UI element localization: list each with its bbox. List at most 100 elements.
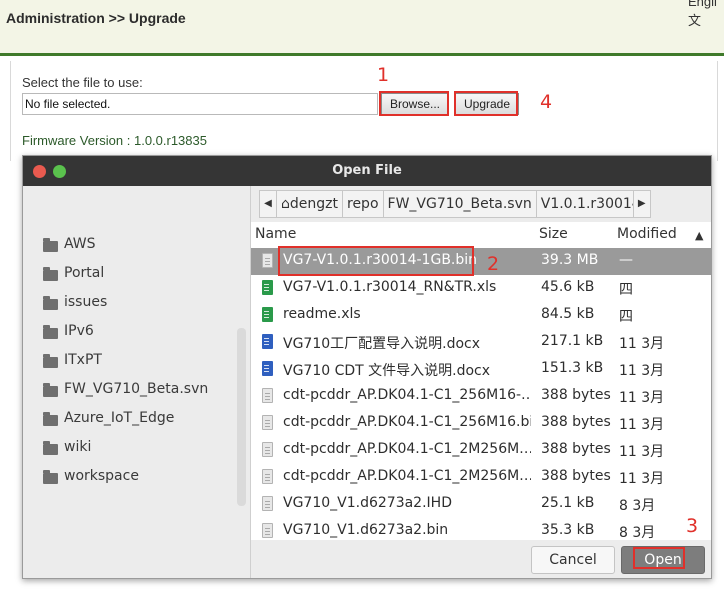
home-icon: ⌂ bbox=[281, 196, 290, 212]
folder-icon bbox=[43, 412, 58, 426]
file-size: 39.3 MB bbox=[541, 252, 599, 268]
spreadsheet-file-icon bbox=[262, 307, 273, 322]
folder-icon bbox=[43, 354, 58, 368]
path-segment-label: dengzt bbox=[289, 196, 338, 212]
cancel-button[interactable]: Cancel bbox=[531, 546, 615, 574]
file-modified: 11 3月 bbox=[619, 336, 665, 352]
folder-icon bbox=[43, 470, 58, 484]
file-size: 388 bytes bbox=[541, 468, 611, 484]
folder-icon bbox=[43, 383, 58, 397]
file-row[interactable]: VG710 CDT 文件导入说明.docx 151.3 kB 11 3月 bbox=[251, 356, 711, 383]
upgrade-button[interactable]: Upgrade bbox=[455, 93, 519, 115]
file-name: VG710_V1.d6273a2.bin bbox=[283, 522, 449, 538]
file-name: cdt-pcddr_AP.DK04.1-C1_256M16.bin bbox=[283, 414, 531, 430]
folder-icon bbox=[43, 325, 58, 339]
sidebar-item-label: IPv6 bbox=[64, 323, 94, 339]
file-name: VG7-V1.0.1.r30014_RN&TR.xls bbox=[283, 279, 497, 295]
file-name: VG710_V1.d6273a2.IHD bbox=[283, 495, 452, 511]
file-name: readme.xls bbox=[283, 306, 361, 322]
browse-button[interactable]: Browse... bbox=[381, 93, 449, 115]
file-row[interactable]: VG7-V1.0.1.r30014-1GB.bin 39.3 MB — bbox=[251, 248, 711, 275]
binary-file-icon bbox=[262, 523, 273, 538]
file-row[interactable]: cdt-pcddr_AP.DK04.1-C1_2M256M… 388 bytes… bbox=[251, 437, 711, 464]
firmware-version: Firmware Version : 1.0.0.r13835 bbox=[22, 133, 207, 148]
path-segment-repo[interactable]: repo bbox=[342, 190, 384, 218]
binary-file-icon bbox=[262, 496, 273, 511]
file-size: 84.5 kB bbox=[541, 306, 595, 322]
file-size: 388 bytes bbox=[541, 414, 611, 430]
sidebar-item-label: AWS bbox=[64, 236, 96, 252]
sidebar-item-label: issues bbox=[64, 294, 108, 310]
sidebar-item-label: FW_VG710_Beta.svn bbox=[64, 381, 209, 397]
file-modified: 11 3月 bbox=[619, 444, 665, 460]
file-row[interactable]: readme.xls 84.5 kB 四 bbox=[251, 302, 711, 329]
file-size: 388 bytes bbox=[541, 441, 611, 457]
file-size: 35.3 kB bbox=[541, 522, 595, 538]
sidebar-item-label: ITxPT bbox=[64, 352, 102, 368]
sidebar-item-label: Portal bbox=[64, 265, 105, 281]
binary-file-icon bbox=[262, 415, 273, 430]
file-size: 217.1 kB bbox=[541, 333, 604, 349]
file-modified: 11 3月 bbox=[619, 471, 665, 487]
file-row[interactable]: VG710_V1.d6273a2.IHD 25.1 kB 8 3月 bbox=[251, 491, 711, 518]
file-modified: 8 3月 bbox=[619, 498, 656, 514]
file-row[interactable]: VG7-V1.0.1.r30014_RN&TR.xls 45.6 kB 四 bbox=[251, 275, 711, 302]
file-row[interactable]: cdt-pcddr_AP.DK04.1-C1_2M256M… 388 bytes… bbox=[251, 464, 711, 491]
path-forward-icon[interactable]: ▶ bbox=[632, 190, 651, 218]
binary-file-icon bbox=[262, 469, 273, 484]
places-sidebar: AWS Portal issues IPv6 ITxPT FW_VG710_Be… bbox=[23, 186, 251, 578]
file-modified: 11 3月 bbox=[619, 363, 665, 379]
binary-file-icon bbox=[262, 442, 273, 457]
file-name: VG710工厂配置导入说明.docx bbox=[283, 336, 481, 352]
column-header-size[interactable]: Size bbox=[539, 226, 568, 242]
path-back-icon[interactable]: ◀ bbox=[259, 190, 277, 218]
annotation-number-2: 2 bbox=[487, 253, 500, 275]
open-file-dialog: Open File AWS Portal issues IPv6 ITxPT F… bbox=[22, 155, 712, 579]
path-segment-home[interactable]: ⌂dengzt bbox=[276, 190, 343, 218]
path-segment-current[interactable]: V1.0.1.r30014 bbox=[535, 190, 634, 218]
folder-icon bbox=[43, 441, 58, 455]
file-size: 151.3 kB bbox=[541, 360, 604, 376]
spreadsheet-file-icon bbox=[262, 280, 273, 295]
file-row[interactable]: cdt-pcddr_AP.DK04.1-C1_256M16.bin 388 by… bbox=[251, 410, 711, 437]
annotation-number-4: 4 bbox=[540, 91, 553, 113]
select-file-label: Select the file to use: bbox=[22, 75, 143, 90]
page-header: Administration >> Upgrade Engli 文 bbox=[0, 0, 724, 56]
sidebar-scrollbar[interactable] bbox=[237, 328, 246, 506]
document-file-icon bbox=[262, 361, 273, 376]
open-button[interactable]: Open bbox=[621, 546, 705, 574]
file-size: 25.1 kB bbox=[541, 495, 595, 511]
file-size: 45.6 kB bbox=[541, 279, 595, 295]
sort-ascending-icon[interactable]: ▲ bbox=[695, 229, 703, 242]
file-name: cdt-pcddr_AP.DK04.1-C1_2M256M… bbox=[283, 441, 531, 457]
column-header-modified[interactable]: Modified bbox=[617, 226, 677, 242]
file-modified: 11 3月 bbox=[619, 417, 665, 433]
folder-icon bbox=[43, 238, 58, 252]
file-row[interactable]: cdt-pcddr_AP.DK04.1-C1_256M16-… 388 byte… bbox=[251, 383, 711, 410]
file-path-input[interactable]: No file selected. bbox=[22, 93, 378, 115]
file-name: cdt-pcddr_AP.DK04.1-C1_2M256M… bbox=[283, 468, 531, 484]
folder-icon bbox=[43, 267, 58, 281]
path-bar: ◀ ⌂dengzt repo FW_VG710_Beta.svn V1.0.1.… bbox=[259, 190, 651, 218]
file-row[interactable]: VG710工厂配置导入说明.docx 217.1 kB 11 3月 bbox=[251, 329, 711, 356]
sidebar-item-label: Azure_IoT_Edge bbox=[64, 410, 175, 426]
language-selector-chinese[interactable]: 文 bbox=[688, 10, 701, 29]
file-modified: — bbox=[619, 252, 633, 268]
file-modified: 四 bbox=[619, 282, 633, 298]
file-modified: 8 3月 bbox=[619, 525, 656, 541]
dialog-titlebar: Open File bbox=[23, 156, 711, 186]
binary-file-icon bbox=[262, 253, 273, 268]
binary-file-icon bbox=[262, 388, 273, 403]
sidebar-item-label: wiki bbox=[64, 439, 92, 455]
annotation-number-3: 3 bbox=[686, 515, 699, 537]
dialog-title: Open File bbox=[332, 163, 402, 178]
file-name: VG710 CDT 文件导入说明.docx bbox=[283, 363, 491, 379]
file-modified: 四 bbox=[619, 309, 633, 325]
breadcrumb: Administration >> Upgrade bbox=[6, 10, 186, 26]
file-modified: 11 3月 bbox=[619, 390, 665, 406]
language-selector-text[interactable]: Engli bbox=[688, 0, 717, 9]
column-header-name[interactable]: Name bbox=[255, 226, 296, 242]
path-segment-fw-vg710[interactable]: FW_VG710_Beta.svn bbox=[382, 190, 537, 218]
sidebar-item-label: workspace bbox=[64, 468, 139, 484]
file-size: 388 bytes bbox=[541, 387, 611, 403]
